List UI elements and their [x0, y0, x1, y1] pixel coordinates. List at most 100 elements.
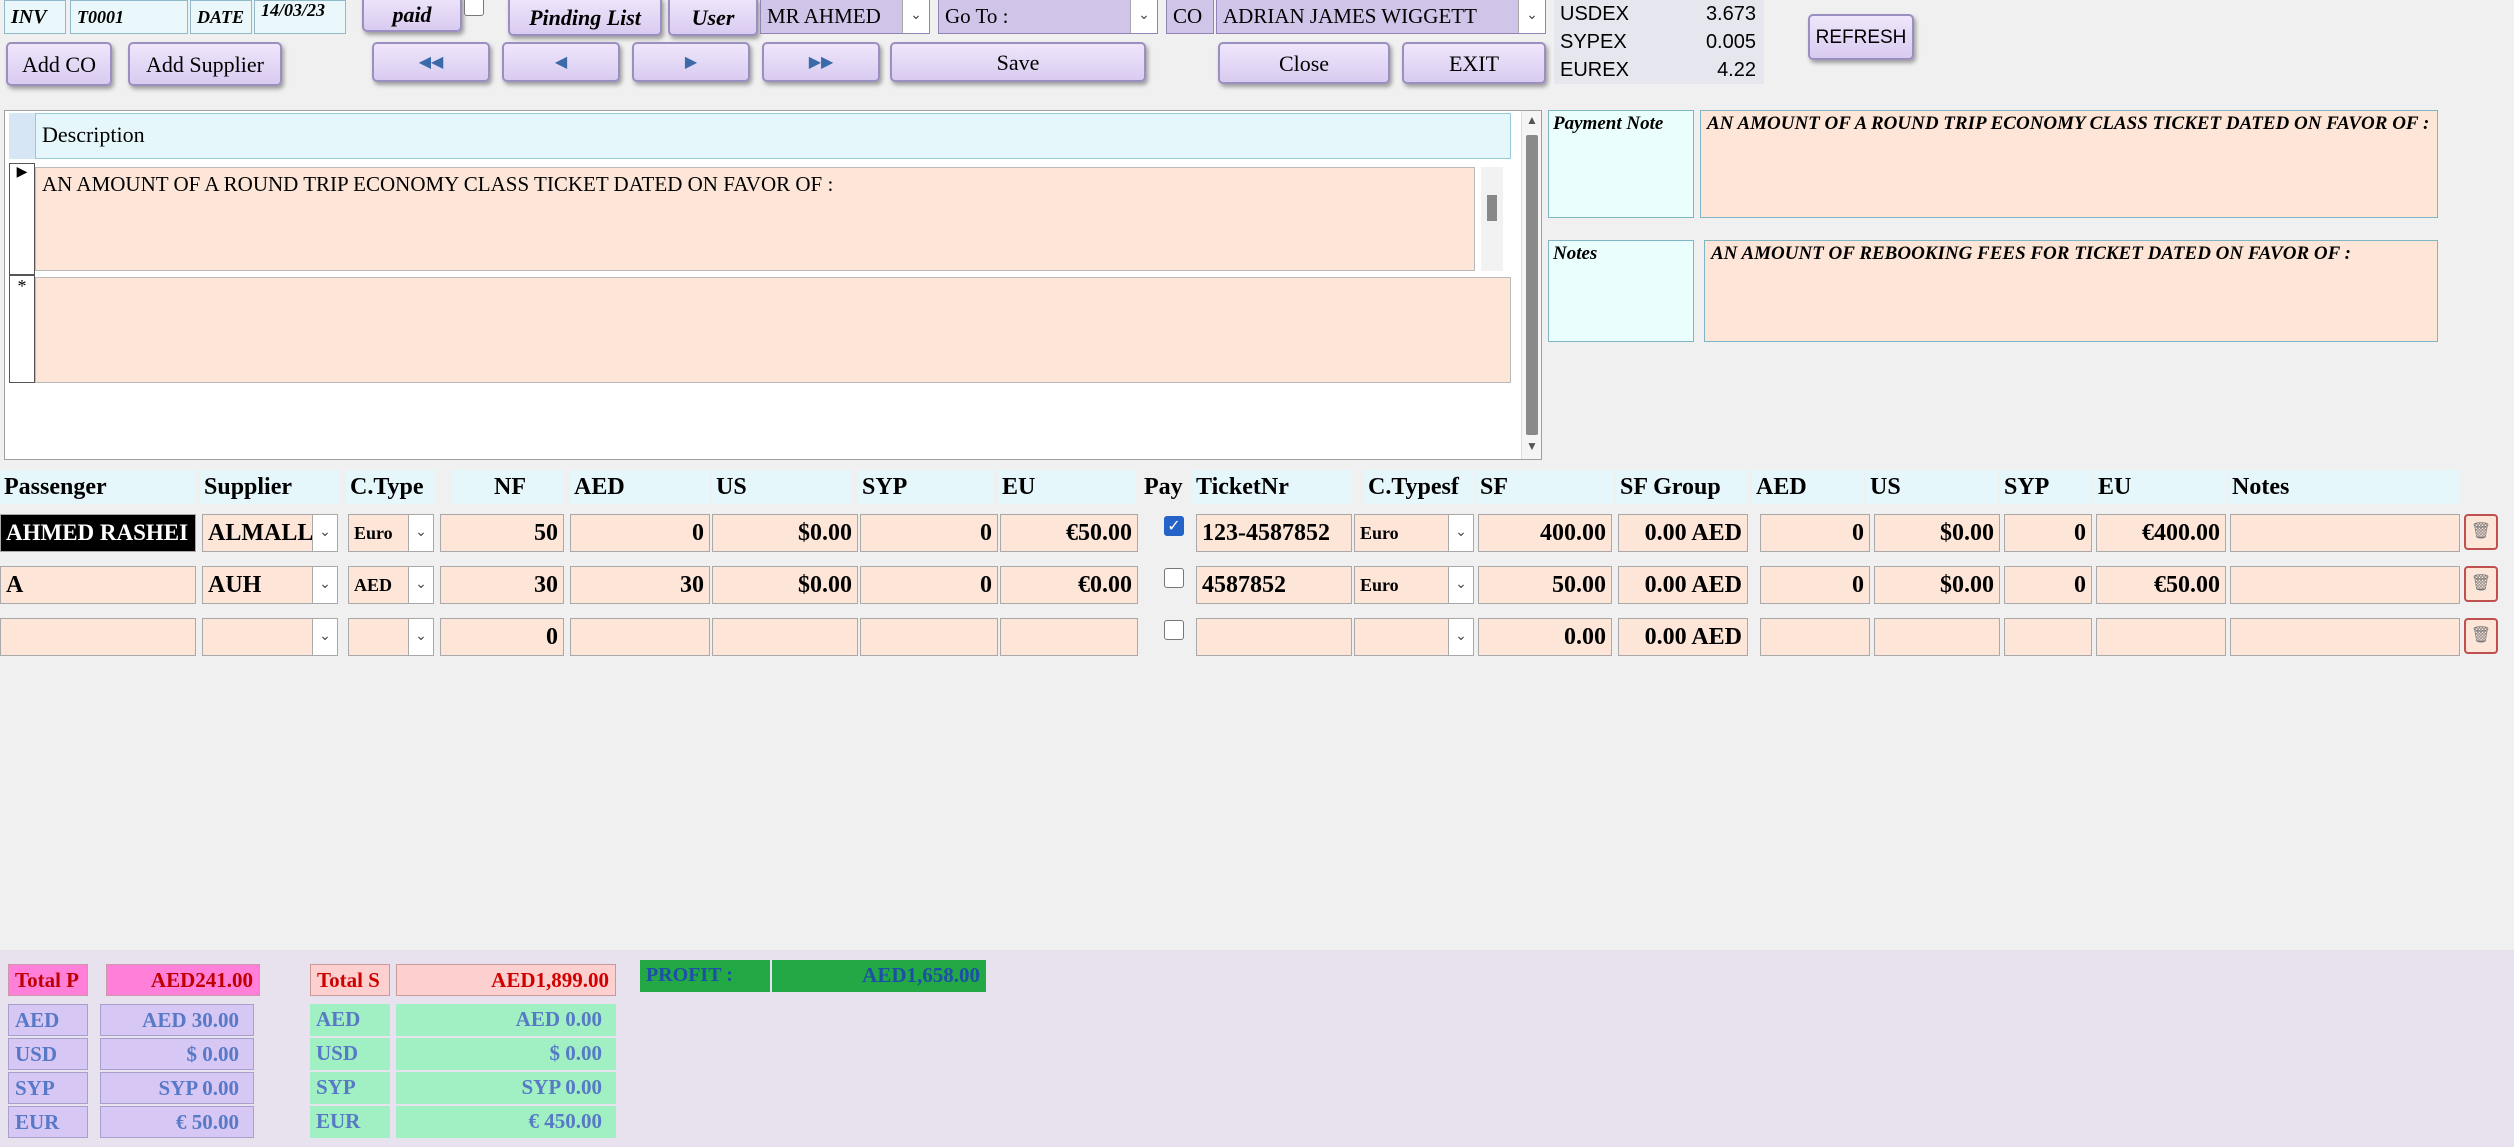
rate-value-syp[interactable]: 0.005: [1644, 28, 1764, 56]
sf-group-field[interactable]: 0.00 AED: [1618, 566, 1748, 604]
aed-2-field[interactable]: 0: [1760, 514, 1870, 552]
save-button[interactable]: Save: [890, 42, 1146, 82]
us-field[interactable]: [712, 618, 858, 656]
us-field[interactable]: $0.00: [712, 566, 858, 604]
sf-field[interactable]: 0.00: [1478, 618, 1612, 656]
chevron-down-icon[interactable]: ⌄: [312, 567, 337, 603]
us-2-field[interactable]: [1874, 618, 2000, 656]
eu-2-field[interactable]: €400.00: [2096, 514, 2226, 552]
scrollbar-thumb[interactable]: [1487, 195, 1497, 221]
user-button[interactable]: User: [668, 0, 758, 36]
passenger-field[interactable]: A: [0, 566, 196, 604]
paid-button[interactable]: paid: [362, 0, 462, 32]
syp-field[interactable]: [860, 618, 998, 656]
chevron-down-icon[interactable]: ⌄: [1448, 619, 1473, 655]
nf-field[interactable]: 30: [440, 566, 564, 604]
first-record-button[interactable]: ◀◀: [372, 42, 490, 82]
chevron-down-icon[interactable]: ⌄: [1130, 0, 1157, 33]
chevron-down-icon[interactable]: ⌄: [312, 619, 337, 655]
us-2-field[interactable]: $0.00: [1874, 514, 2000, 552]
ctypesf-select[interactable]: ⌄: [1354, 618, 1474, 656]
scrollbar-thumb[interactable]: [1526, 135, 1538, 435]
eu-field[interactable]: [1000, 618, 1138, 656]
delete-row-button[interactable]: 🗑: [2464, 514, 2498, 550]
description-row-1[interactable]: AN AMOUNT OF A ROUND TRIP ECONOMY CLASS …: [35, 167, 1475, 271]
eu-2-field[interactable]: €50.00: [2096, 566, 2226, 604]
add-supplier-button[interactable]: Add Supplier: [128, 42, 282, 86]
syp-2-field[interactable]: 0: [2004, 514, 2092, 552]
sf-group-field[interactable]: 0.00 AED: [1618, 618, 1748, 656]
description-scrollbar[interactable]: ▲ ▼: [1521, 111, 1541, 459]
chevron-down-icon[interactable]: ⌄: [902, 0, 929, 33]
us-2-field[interactable]: $0.00: [1874, 566, 2000, 604]
aed-2-field[interactable]: [1760, 618, 1870, 656]
goto-select[interactable]: Go To : ⌄: [938, 0, 1158, 34]
syp-2-field[interactable]: 0: [2004, 566, 2092, 604]
exit-button[interactable]: EXIT: [1402, 42, 1546, 84]
previous-record-button[interactable]: ◀: [502, 42, 620, 82]
last-record-button[interactable]: ▶▶: [762, 42, 880, 82]
chevron-down-icon[interactable]: ⌄: [1448, 567, 1473, 603]
notes-cell[interactable]: [2230, 566, 2460, 604]
ticket-number-field[interactable]: 123-4587852: [1196, 514, 1352, 552]
aed-field[interactable]: [570, 618, 710, 656]
rate-value-eur[interactable]: 4.22: [1644, 56, 1764, 84]
ctype-select[interactable]: AED ⌄: [348, 566, 434, 604]
sf-field[interactable]: 50.00: [1478, 566, 1612, 604]
pending-list-button[interactable]: Pinding List: [508, 0, 662, 36]
aed-2-field[interactable]: 0: [1760, 566, 1870, 604]
co-select[interactable]: ADRIAN JAMES WIGGETT ⌄: [1216, 0, 1546, 34]
sf-group-field[interactable]: 0.00 AED: [1618, 514, 1748, 552]
syp-field[interactable]: 0: [860, 566, 998, 604]
close-button[interactable]: Close: [1218, 42, 1390, 84]
us-field[interactable]: $0.00: [712, 514, 858, 552]
notes-cell[interactable]: [2230, 514, 2460, 552]
description-new-row[interactable]: [35, 277, 1511, 383]
pay-checkbox[interactable]: [1164, 568, 1184, 588]
notes-cell[interactable]: [2230, 618, 2460, 656]
ctypesf-select[interactable]: Euro ⌄: [1354, 514, 1474, 552]
chevron-down-icon[interactable]: ⌄: [1448, 515, 1473, 551]
supplier-select[interactable]: ⌄: [202, 618, 338, 656]
chevron-down-icon[interactable]: ⌄: [312, 515, 337, 551]
ticket-number-field[interactable]: [1196, 618, 1352, 656]
sf-field[interactable]: 400.00: [1478, 514, 1612, 552]
passenger-field[interactable]: AHMED RASHEI: [0, 514, 196, 552]
delete-row-button[interactable]: 🗑: [2464, 566, 2498, 602]
ctypesf-select[interactable]: Euro ⌄: [1354, 566, 1474, 604]
chevron-down-icon[interactable]: ⌄: [1518, 0, 1545, 33]
aed-field[interactable]: 0: [570, 514, 710, 552]
invoice-number-field[interactable]: T0001: [70, 0, 188, 34]
passenger-field[interactable]: [0, 618, 196, 656]
refresh-button[interactable]: REFRESH: [1808, 14, 1914, 60]
chevron-down-icon[interactable]: ⌄: [408, 567, 433, 603]
eu-2-field[interactable]: [2096, 618, 2226, 656]
delete-row-button[interactable]: 🗑: [2464, 618, 2498, 654]
scroll-up-icon[interactable]: ▲: [1522, 113, 1542, 131]
rate-value-usd[interactable]: 3.673: [1644, 0, 1764, 28]
supplier-select[interactable]: AUH ⌄: [202, 566, 338, 604]
supplier-select[interactable]: ALMALLA ⌄: [202, 514, 338, 552]
ctype-select[interactable]: Euro ⌄: [348, 514, 434, 552]
syp-field[interactable]: 0: [860, 514, 998, 552]
eu-field[interactable]: €50.00: [1000, 514, 1138, 552]
ctype-select[interactable]: ⌄: [348, 618, 434, 656]
pay-checkbox[interactable]: [1164, 620, 1184, 640]
aed-field[interactable]: 30: [570, 566, 710, 604]
paid-checkbox[interactable]: [464, 0, 484, 16]
chevron-down-icon[interactable]: ⌄: [408, 515, 433, 551]
user-select[interactable]: MR AHMED ⌄: [760, 0, 930, 34]
nf-field[interactable]: 0: [440, 618, 564, 656]
payment-note-field[interactable]: AN AMOUNT OF A ROUND TRIP ECONOMY CLASS …: [1700, 110, 2438, 218]
description-row-scrollbar[interactable]: [1481, 167, 1503, 271]
chevron-down-icon[interactable]: ⌄: [408, 619, 433, 655]
date-field[interactable]: 14/03/23: [254, 0, 346, 34]
notes-field[interactable]: AN AMOUNT OF REBOOKING FEES FOR TICKET D…: [1704, 240, 2438, 342]
next-record-button[interactable]: ▶: [632, 42, 750, 82]
ticket-number-field[interactable]: 4587852: [1196, 566, 1352, 604]
eu-field[interactable]: €0.00: [1000, 566, 1138, 604]
pay-checkbox[interactable]: ✓: [1164, 516, 1184, 536]
add-co-button[interactable]: Add CO: [6, 42, 112, 86]
current-record-icon[interactable]: ▶: [9, 163, 35, 275]
nf-field[interactable]: 50: [440, 514, 564, 552]
